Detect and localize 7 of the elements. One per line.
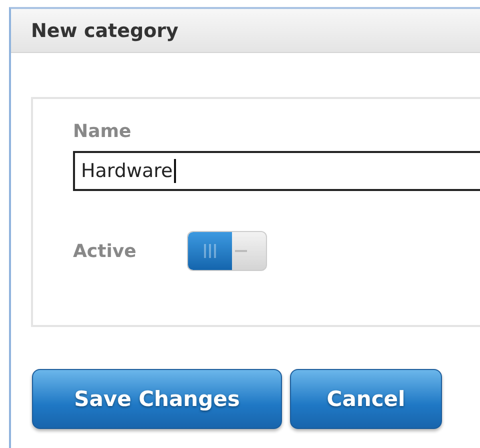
field-label: Active	[73, 240, 138, 262]
field-label: Name	[73, 121, 132, 142]
save-button[interactable]: Save Changes	[32, 369, 282, 429]
name-field[interactable]: Hardware	[73, 151, 480, 191]
cancel-button[interactable]: Cancel	[290, 369, 442, 429]
toggle-switch[interactable]	[187, 231, 267, 271]
dialog-title: New category	[31, 20, 178, 42]
